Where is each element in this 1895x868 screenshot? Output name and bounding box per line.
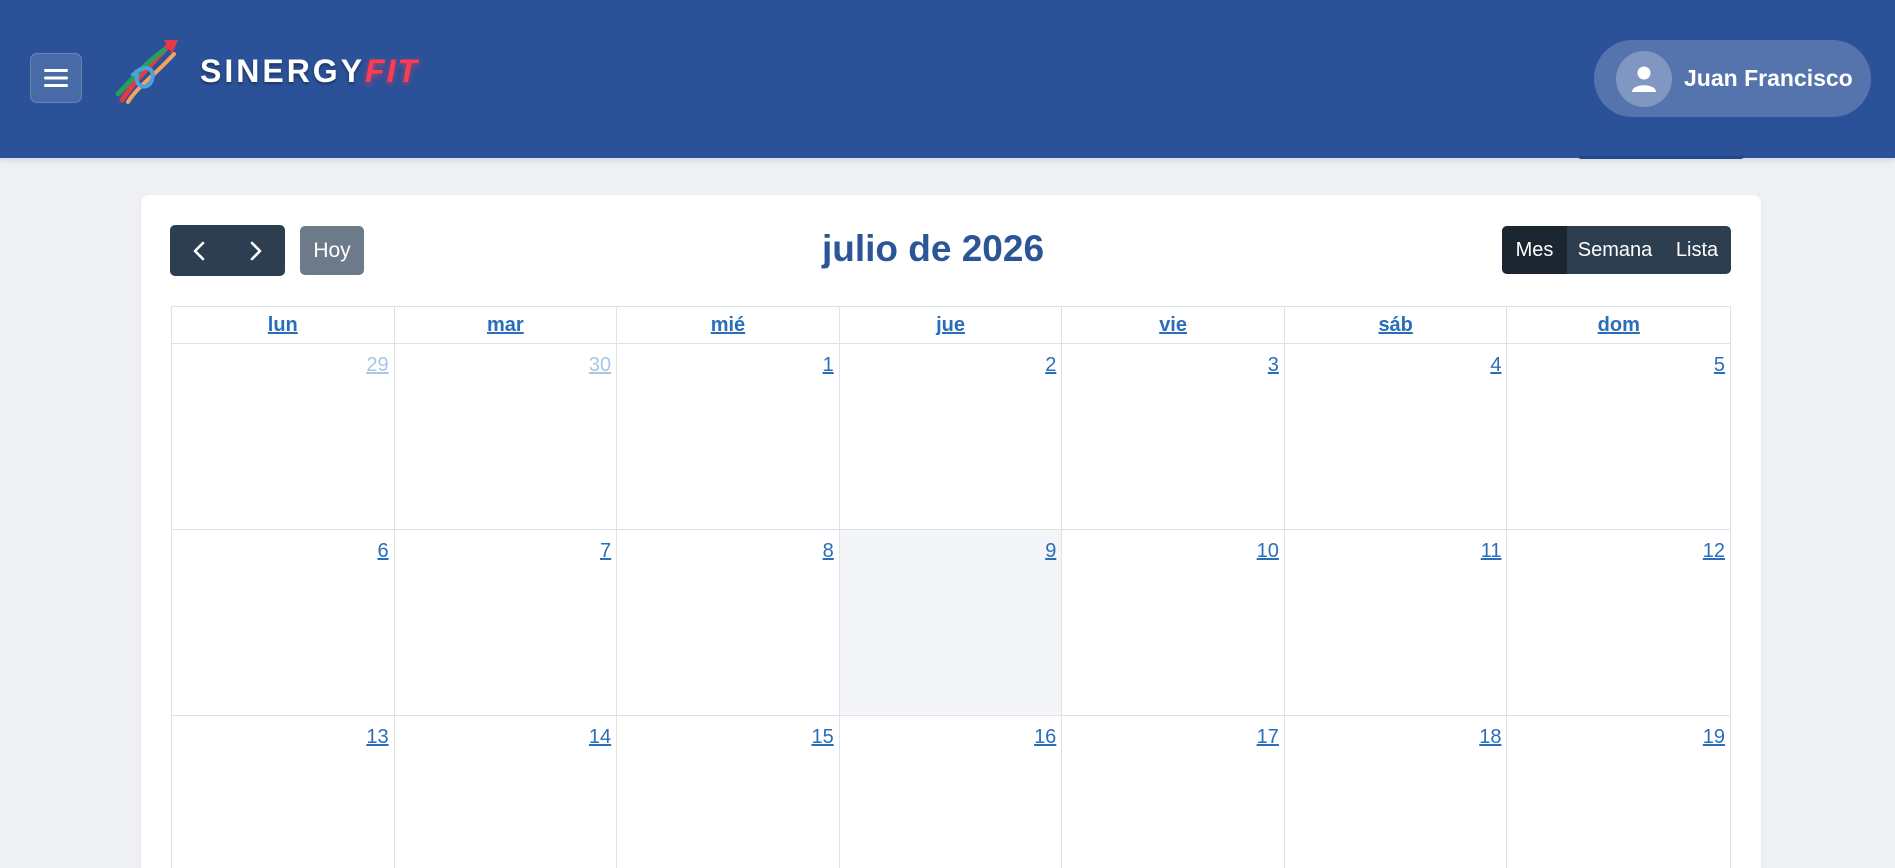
calendar-week-row: 29 30 1 2 3 4 5 <box>172 344 1730 530</box>
brand-name: SINERGYFIT <box>200 53 419 90</box>
day-cell[interactable]: 29 <box>172 344 395 529</box>
day-cell[interactable]: 30 <box>395 344 618 529</box>
user-menu-button[interactable]: Juan Francisco <box>1594 40 1871 117</box>
day-number[interactable]: 29 <box>366 354 388 377</box>
day-number[interactable]: 14 <box>589 726 611 749</box>
weekday-header-wed[interactable]: mié <box>617 307 840 343</box>
day-number[interactable]: 3 <box>1268 354 1279 377</box>
day-cell[interactable]: 5 <box>1507 344 1730 529</box>
prev-month-button[interactable] <box>170 225 228 276</box>
top-navbar: SINERGYFIT Juan Francisco <box>0 0 1895 159</box>
brand-name-accent: FIT <box>365 52 420 89</box>
calendar-week-row: 6 7 8 9 10 11 12 <box>172 530 1730 716</box>
day-cell[interactable]: 4 <box>1285 344 1508 529</box>
avatar <box>1616 50 1672 107</box>
day-cell[interactable]: 7 <box>395 530 618 715</box>
day-number[interactable]: 12 <box>1703 540 1725 563</box>
day-number[interactable]: 30 <box>589 354 611 377</box>
hamburger-menu-icon <box>44 69 68 87</box>
user-icon <box>1632 66 1656 92</box>
day-cell[interactable]: 1 <box>617 344 840 529</box>
day-cell-today[interactable]: 9 <box>839 530 1063 715</box>
day-number[interactable]: 18 <box>1479 726 1501 749</box>
day-cell[interactable]: 19 <box>1507 716 1730 868</box>
day-cell[interactable]: 15 <box>617 716 840 868</box>
user-name: Juan Francisco <box>1684 65 1853 91</box>
day-cell[interactable]: 17 <box>1062 716 1285 868</box>
brand-name-main: SINERGY <box>200 52 366 89</box>
calendar-week-row: 13 14 15 16 17 18 19 <box>172 716 1730 868</box>
day-cell[interactable]: 3 <box>1062 344 1285 529</box>
day-number[interactable]: 19 <box>1703 726 1725 749</box>
day-cell[interactable]: 8 <box>617 530 840 715</box>
day-number[interactable]: 16 <box>1034 726 1056 749</box>
view-switcher: Mes Semana Lista <box>1502 226 1731 274</box>
brand-logo-link[interactable]: SINERGYFIT <box>112 36 419 106</box>
day-number[interactable]: 1 <box>823 354 834 377</box>
day-cell[interactable]: 12 <box>1507 530 1730 715</box>
day-cell[interactable]: 2 <box>840 344 1063 529</box>
view-month-button[interactable]: Mes <box>1502 226 1567 274</box>
view-week-button[interactable]: Semana <box>1567 226 1663 274</box>
day-number[interactable]: 4 <box>1490 354 1501 377</box>
chevron-right-icon <box>250 241 262 260</box>
weekday-header-sat[interactable]: sáb <box>1285 307 1508 343</box>
day-number[interactable]: 11 <box>1481 540 1502 563</box>
menu-button[interactable] <box>30 53 82 103</box>
day-number[interactable]: 17 <box>1257 726 1279 749</box>
day-cell[interactable]: 6 <box>172 530 395 715</box>
day-number[interactable]: 5 <box>1714 354 1725 377</box>
view-list-button[interactable]: Lista <box>1663 226 1731 274</box>
calendar-nav-group <box>170 225 285 276</box>
navbar-tab-edge <box>1578 156 1744 159</box>
chevron-left-icon <box>193 241 205 260</box>
brand-logo-icon <box>115 40 178 104</box>
calendar-month-grid: lun mar mié jue vie sáb dom 29 30 1 2 3 … <box>171 306 1731 868</box>
day-number[interactable]: 9 <box>1045 540 1056 563</box>
weekday-header-mon[interactable]: lun <box>172 307 395 343</box>
weekday-header-fri[interactable]: vie <box>1062 307 1285 343</box>
day-number[interactable]: 13 <box>366 726 388 749</box>
day-cell[interactable]: 13 <box>172 716 395 868</box>
day-number[interactable]: 10 <box>1257 540 1279 563</box>
next-month-button[interactable] <box>228 225 286 276</box>
weekday-header-sun[interactable]: dom <box>1507 307 1730 343</box>
today-button[interactable]: Hoy <box>300 226 364 275</box>
day-cell[interactable]: 11 <box>1285 530 1508 715</box>
calendar-title: julio de 2026 <box>821 228 1045 269</box>
day-cell[interactable]: 16 <box>840 716 1063 868</box>
day-number[interactable]: 2 <box>1045 354 1056 377</box>
weekday-header-row: lun mar mié jue vie sáb dom <box>172 307 1730 344</box>
day-cell[interactable]: 14 <box>395 716 618 868</box>
weekday-header-tue[interactable]: mar <box>395 307 618 343</box>
day-number[interactable]: 8 <box>823 540 834 563</box>
day-cell[interactable]: 18 <box>1285 716 1508 868</box>
weekday-header-thu[interactable]: jue <box>840 307 1063 343</box>
day-number[interactable]: 7 <box>600 540 611 563</box>
day-number[interactable]: 6 <box>377 540 388 563</box>
day-cell[interactable]: 10 <box>1062 530 1285 715</box>
day-number[interactable]: 15 <box>811 726 833 749</box>
